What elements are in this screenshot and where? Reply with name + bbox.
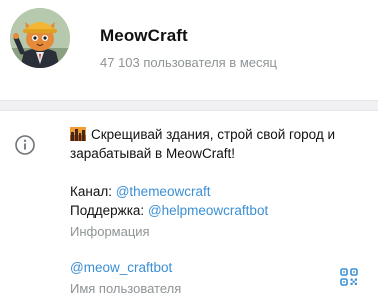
- info-caption: Информация: [70, 224, 150, 239]
- username-link[interactable]: @meow_craftbot: [70, 258, 181, 277]
- channel-row: Канал: @themeowcraft: [70, 182, 370, 201]
- cat-builder-avatar[interactable]: [10, 8, 70, 68]
- channel-link[interactable]: @themeowcraft: [116, 184, 211, 199]
- support-link[interactable]: @helpmeowcraftbot: [148, 203, 268, 218]
- profile-header: MeowCraft 47 103 пользователя в месяц: [0, 0, 378, 100]
- subscriber-count: 47 103 пользователя в месяц: [100, 55, 277, 70]
- description: Скрещивай здания, строй свой город и зар…: [70, 125, 370, 163]
- city-emoji-icon: [70, 127, 86, 141]
- support-row: Поддержка: @helpmeowcraftbot: [70, 201, 370, 220]
- description-line-2: зарабатывай в MeowCraft!: [70, 146, 235, 161]
- username-caption: Имя пользователя: [70, 281, 182, 296]
- section-divider: [0, 100, 378, 111]
- profile-name: MeowCraft: [100, 26, 188, 45]
- support-label: Поддержка:: [70, 203, 148, 218]
- description-line-1: Скрещивай здания, строй свой город и: [91, 127, 336, 142]
- info-section: Скрещивай здания, строй свой город и зар…: [70, 125, 370, 241]
- username-section[interactable]: @meow_craftbot Имя пользователя: [70, 258, 181, 298]
- channel-label: Канал:: [70, 184, 116, 199]
- qr-code-icon[interactable]: [340, 268, 358, 286]
- info-icon: [14, 134, 36, 156]
